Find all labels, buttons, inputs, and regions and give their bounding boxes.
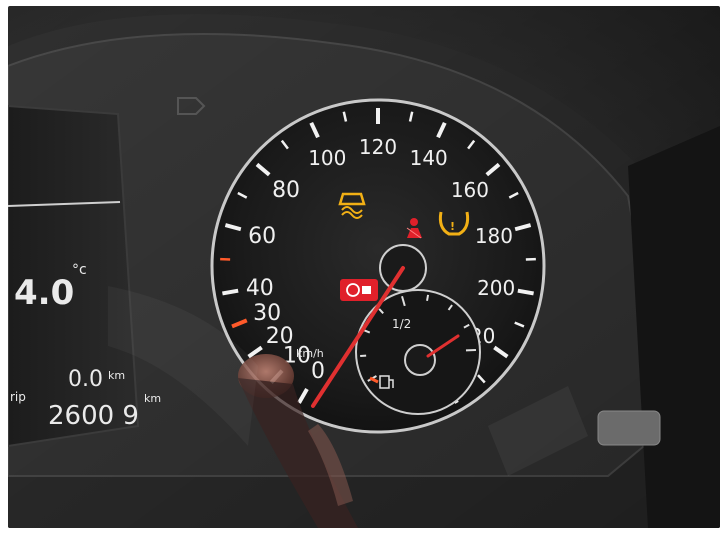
odometer-readout: 2600 9 [48, 401, 139, 431]
speed-label-160: 160 [451, 178, 489, 202]
speed-label-120: 120 [359, 135, 397, 159]
speed-tick-40 [222, 288, 239, 296]
fuel-hub [404, 344, 436, 376]
speed-label-40: 40 [246, 276, 274, 301]
instrument-cluster: 4.0 °c rip 0.0 km 2600 9 km 010203040608… [8, 6, 720, 528]
speed-label-30: 30 [253, 301, 281, 326]
trip-readout: 0.0 [68, 367, 103, 392]
fuel-tick [426, 294, 430, 301]
speed-label-0: 0 [311, 359, 325, 384]
svg-text:!: ! [450, 220, 455, 233]
odometer-unit: km [144, 392, 161, 405]
speed-label-60: 60 [248, 224, 276, 249]
reset-button[interactable] [597, 410, 661, 446]
steering-lock-warning-icon [340, 279, 378, 301]
speed-label-200: 200 [477, 276, 515, 300]
speed-label-80: 80 [272, 178, 300, 203]
speed-label-140: 140 [410, 146, 448, 170]
trip-label: rip [10, 390, 26, 404]
trip-unit: km [108, 369, 125, 382]
dashboard-photo: 4.0 °c rip 0.0 km 2600 9 km 0 10 20 30 40 60 8… [8, 6, 720, 528]
speed-label-100: 100 [308, 146, 346, 170]
fuel-half-label: 1/2 [392, 317, 411, 331]
speed-label-180: 180 [475, 224, 513, 248]
speed-unit-label: km/h [296, 347, 324, 360]
temperature-unit: °c [72, 262, 87, 278]
temperature-readout: 4.0 [14, 273, 74, 313]
speed-label-20: 20 [266, 324, 294, 349]
speed-tick-200 [517, 288, 534, 296]
